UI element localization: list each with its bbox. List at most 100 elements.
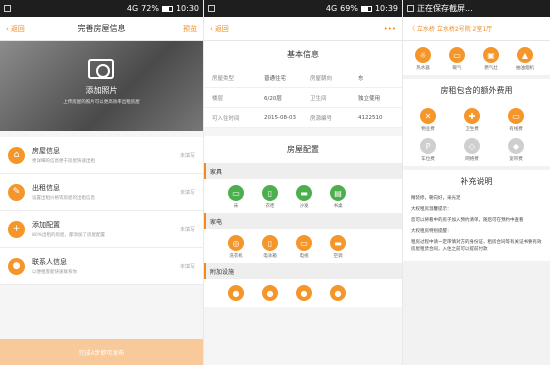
info-value: 2015-08-03 bbox=[264, 114, 296, 121]
info-label: 卫生间 bbox=[310, 95, 327, 102]
basic-info-title: 基本信息 bbox=[204, 41, 402, 68]
clock: 10:30 bbox=[175, 4, 199, 13]
fee-label: 车位费 bbox=[421, 157, 435, 162]
config-icon: ▭ bbox=[228, 185, 244, 201]
fee-label: 物业费 bbox=[421, 127, 435, 132]
preview-button[interactable]: 预览 bbox=[183, 24, 197, 34]
list-item[interactable]: ● 联系人信息 以便租客能快速联系你 未填写 bbox=[0, 248, 203, 285]
fee-icon: ◇ bbox=[464, 138, 480, 154]
item-title: 出租信息 bbox=[32, 184, 60, 192]
info-value: 普通住宅 bbox=[264, 75, 287, 82]
add-photo-hint: 上传房屋的照片可以更高效率出租房屋 bbox=[63, 100, 140, 105]
note-line: 大权租房特别提醒： bbox=[403, 226, 550, 237]
config-item: ● bbox=[328, 285, 348, 303]
item-icon: ✎ bbox=[8, 183, 25, 201]
network-label: 4G bbox=[325, 4, 338, 13]
info-label: 可入住时间 bbox=[212, 115, 240, 122]
list-item[interactable]: ⌂ 房屋信息 更详细的信息便于房屋快速出租 未填写 bbox=[0, 137, 203, 174]
appliance-icon: ▲ bbox=[517, 47, 533, 63]
info-value: 6/20层 bbox=[264, 95, 282, 102]
appliance-label: 燃气灶 bbox=[484, 66, 498, 71]
fee-item[interactable]: ✚ 卫生费 bbox=[453, 108, 491, 132]
config-item: ▤ 书桌 bbox=[328, 185, 348, 209]
camera-icon bbox=[88, 59, 114, 79]
info-row: 可入住时间 2015-08-03 房源编号 4122510 bbox=[204, 108, 402, 128]
more-button[interactable]: ••• bbox=[384, 25, 396, 33]
info-value: 独立使用 bbox=[358, 95, 381, 102]
appliance-item: ▣ 燃气灶 bbox=[477, 47, 505, 71]
config-label: 电冰箱 bbox=[263, 254, 277, 259]
note-line: 精装修，朝向好，采光足 bbox=[403, 193, 550, 204]
config-item: ● bbox=[260, 285, 280, 303]
config-item: ▭ 床 bbox=[226, 185, 246, 209]
appliance-icon: ▭ bbox=[449, 47, 465, 63]
battery-percent: 72% bbox=[141, 4, 159, 13]
status-bar: 正在保存截屏... bbox=[403, 0, 550, 17]
fee-label: 有线费 bbox=[509, 127, 523, 132]
info-label: 楼层 bbox=[212, 95, 224, 102]
appliance-label: 暖气 bbox=[452, 66, 462, 71]
top-nav[interactable]: 〈 立水桥 立水桥2号院 2室1厅 bbox=[403, 17, 550, 41]
item-status: 未填写 bbox=[179, 226, 195, 233]
item-icon: ● bbox=[8, 257, 25, 275]
page-title: 完善房屋信息 bbox=[77, 24, 126, 33]
submit-button[interactable]: 完成4步即可发布 bbox=[0, 339, 203, 365]
list-item[interactable]: + 添加配置 80%出租的房屋，都添加了房屋配置 未填写 bbox=[0, 211, 203, 248]
fee-title: 房租包含的额外费用 bbox=[403, 79, 550, 102]
fee-label: 宽带费 bbox=[509, 157, 523, 162]
screen-house-extras: 正在保存截屏... 〈 立水桥 立水桥2号院 2室1厅 ☼ 热水器 ▭ 暖气 ▣ 燃气灶 ▲… bbox=[403, 0, 550, 365]
config-item: ▯ 衣柜 bbox=[260, 185, 280, 209]
add-photo-label: 添加照片 bbox=[85, 86, 118, 95]
screen-house-detail: 4G 69% 10:39 ‹ 返回 ••• 基本信息 房屋类型 普通住宅 房屋朝向 东… bbox=[204, 0, 402, 365]
screenshot-icon bbox=[407, 5, 414, 12]
config-icon: ▯ bbox=[262, 185, 278, 201]
category-header: 附加设施 bbox=[204, 263, 402, 279]
config-item: ▬ 沙发 bbox=[294, 185, 314, 209]
back-button[interactable]: ‹ 返回 bbox=[6, 24, 25, 34]
category-icons: ◎ 洗衣机 ▯ 电冰箱 ▭ 电视 ▬ 空调 bbox=[204, 229, 402, 263]
category-icons: ▭ 床 ▯ 衣柜 ▬ 沙发 ▤ 书桌 bbox=[204, 179, 402, 213]
notes-title: 补充说明 bbox=[403, 170, 550, 193]
top-nav: ‹ 返回 ••• bbox=[204, 17, 402, 41]
fee-item[interactable]: ◆ 宽带费 bbox=[497, 138, 535, 162]
fee-item[interactable]: ◇ 网络费 bbox=[453, 138, 491, 162]
item-desc: 设置出租价格等房屋的出租信息 bbox=[32, 196, 95, 201]
note-line: 大权租房温馨提示： bbox=[403, 204, 550, 215]
back-label: 返回 bbox=[10, 24, 25, 33]
config-icon: ▬ bbox=[296, 185, 312, 201]
config-item: ▭ 电视 bbox=[294, 235, 314, 259]
fee-icon: ✕ bbox=[420, 108, 436, 124]
fee-label: 网络费 bbox=[465, 157, 479, 162]
config-label: 电视 bbox=[299, 254, 309, 259]
info-value: 东 bbox=[358, 75, 364, 82]
fee-item[interactable]: ▭ 有线费 bbox=[497, 108, 535, 132]
battery-percent: 69% bbox=[340, 4, 358, 13]
add-photo-area[interactable]: 添加照片 上传房屋的照片可以更高效率出租房屋 bbox=[0, 41, 203, 131]
config-icon: ● bbox=[296, 285, 312, 301]
config-icon: ● bbox=[262, 285, 278, 301]
note-line: 您可以将看中的房子加入预约清单，随后可在预约中查看 bbox=[403, 215, 550, 226]
fee-icon: P bbox=[420, 138, 436, 154]
item-title: 联系人信息 bbox=[32, 258, 67, 266]
status-bar: 4G 69% 10:39 bbox=[204, 0, 402, 17]
battery-icon bbox=[161, 5, 173, 12]
appliance-icon: ☼ bbox=[415, 47, 431, 63]
item-desc: 更详细的信息便于房屋快速出租 bbox=[32, 159, 95, 164]
appliance-item: ☼ 热水器 bbox=[409, 47, 437, 71]
config-label: 书桌 bbox=[333, 204, 343, 209]
item-icon: ⌂ bbox=[8, 146, 25, 164]
fee-icon: ◆ bbox=[508, 138, 524, 154]
back-button[interactable]: ‹ 返回 bbox=[210, 24, 229, 34]
fee-item[interactable]: P 车位费 bbox=[409, 138, 447, 162]
item-text: 添加配置 80%出租的房屋，都添加了房屋配置 bbox=[32, 220, 173, 238]
category-header: 家具 bbox=[204, 163, 402, 179]
list-item[interactable]: ✎ 出租信息 设置出租价格等房屋的出租信息 未填写 bbox=[0, 174, 203, 211]
note-line: 租房过程中请一定审慎对方的身份证，租房合同等有关证书要有效房屋租赁合同，入住之前… bbox=[403, 237, 550, 255]
appliance-icon: ▣ bbox=[483, 47, 499, 63]
config-label: 床 bbox=[233, 204, 239, 209]
config-icon: ● bbox=[330, 285, 346, 301]
fee-item[interactable]: ✕ 物业费 bbox=[409, 108, 447, 132]
config-label: 衣柜 bbox=[265, 204, 275, 209]
item-text: 联系人信息 以便租客能快速联系你 bbox=[32, 257, 173, 275]
config-icon: ▯ bbox=[262, 235, 278, 251]
